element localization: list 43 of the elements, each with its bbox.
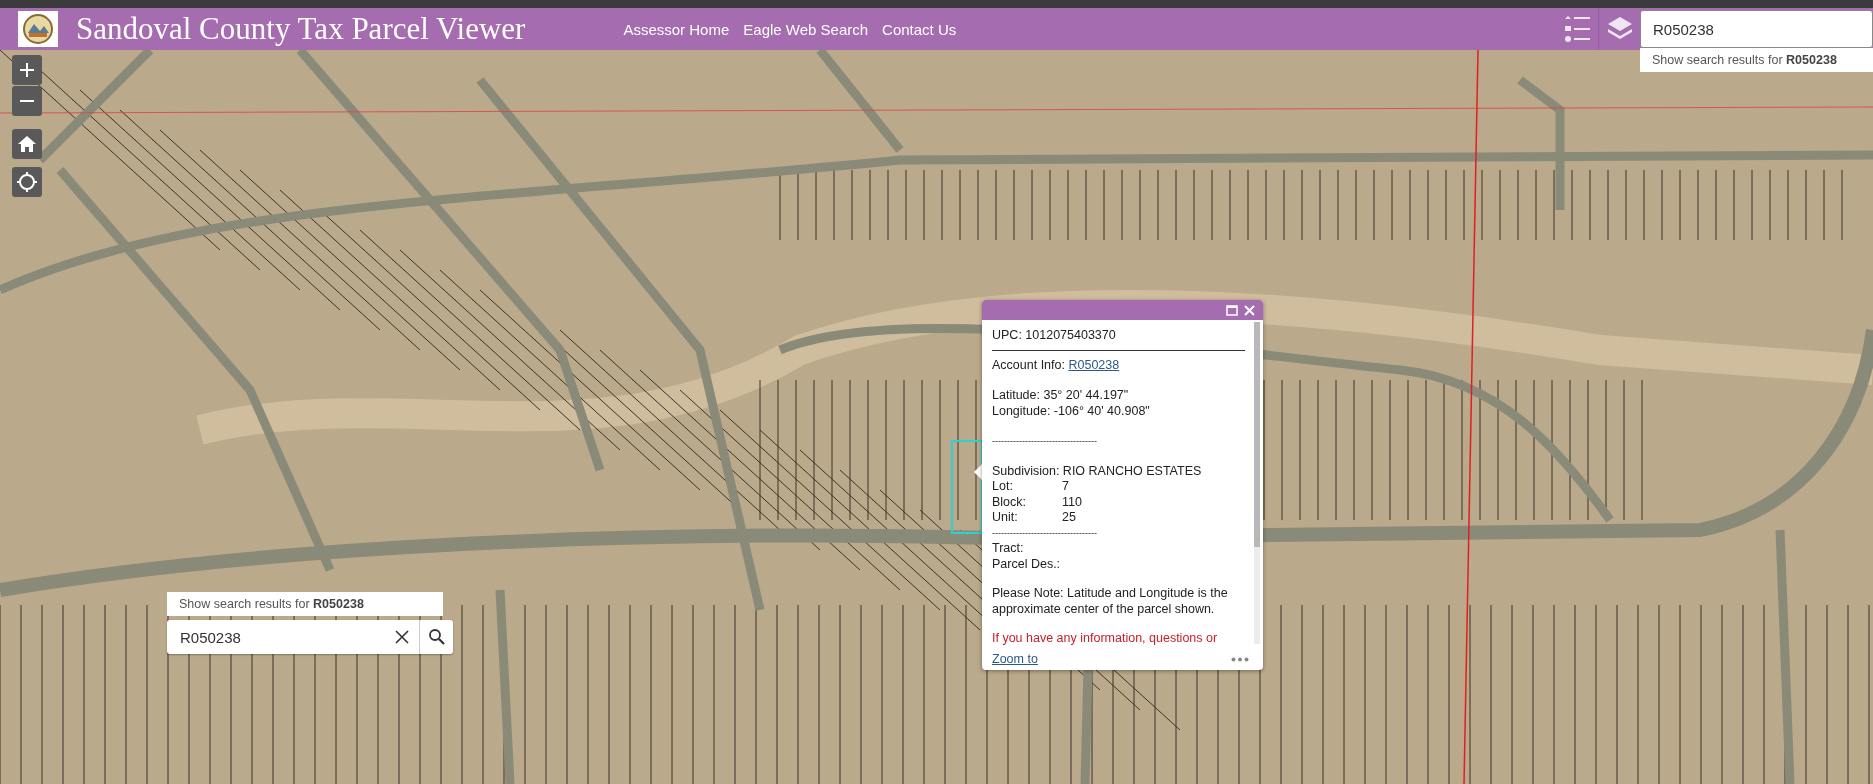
home-button[interactable] bbox=[12, 129, 42, 159]
longitude-text: Longitude: -106° 40' 40.908" bbox=[992, 403, 1151, 419]
nav-link[interactable]: Assessor Home bbox=[623, 20, 730, 38]
field-label: Unit: bbox=[992, 510, 1019, 526]
maximize-icon[interactable] bbox=[1226, 304, 1238, 316]
zoom-to-link[interactable]: Zoom to bbox=[992, 652, 1038, 666]
nav-link[interactable]: Contact Us bbox=[882, 20, 957, 38]
more-options-icon[interactable] bbox=[1231, 656, 1249, 662]
search-suggestion[interactable]: Show search results for R050238 bbox=[1640, 48, 1873, 72]
locate-button[interactable] bbox=[12, 167, 42, 197]
search-field[interactable]: R050238 bbox=[167, 620, 453, 654]
field-value: 110 bbox=[1062, 494, 1082, 510]
upc-text: UPC: 1012075403370 bbox=[992, 328, 1117, 344]
note-text: Please Note: Latitude and Longitude is the approximate center of the parcel shown. bbox=[992, 586, 1229, 617]
subdivision-text: Subdivision: RIO RANCHO ESTATES bbox=[992, 463, 1203, 479]
field-label: Lot: bbox=[992, 479, 1014, 495]
zoom-in-button[interactable] bbox=[12, 55, 42, 85]
home-icon bbox=[17, 134, 37, 154]
separator-text: ----------------------------------- bbox=[992, 435, 1098, 448]
search-suggestion[interactable]: Show search results for R050238 bbox=[167, 592, 443, 616]
plus-icon bbox=[18, 61, 36, 79]
latitude-text: Latitude: 35° 20' 44.197" bbox=[992, 388, 1130, 404]
zoom-out-button[interactable] bbox=[12, 86, 42, 116]
field-value: 7 bbox=[1062, 479, 1069, 495]
close-icon bbox=[395, 630, 409, 644]
crosshair-icon bbox=[17, 172, 37, 192]
minus-icon bbox=[20, 100, 34, 102]
tract-label: Tract: bbox=[992, 541, 1025, 557]
search-field[interactable]: R050238 bbox=[1640, 10, 1873, 48]
nav-link[interactable]: Eagle Web Search bbox=[743, 20, 869, 38]
legend-icon[interactable] bbox=[1562, 14, 1592, 44]
field-label: Block: bbox=[992, 494, 1028, 510]
field-value: 25 bbox=[1062, 510, 1076, 526]
warning-text: If you have any information, questions or bbox=[992, 631, 1219, 647]
parcel-des-label: Parcel Des.: bbox=[992, 556, 1062, 572]
close-icon[interactable] bbox=[1244, 304, 1255, 316]
app-title: Sandoval County Tax Parcel Viewer bbox=[76, 11, 526, 47]
account-label: Account Info: bbox=[992, 357, 1065, 373]
scrollbar-thumb[interactable] bbox=[1254, 322, 1260, 548]
search-icon bbox=[427, 628, 446, 646]
separator-text: ----------------------------------- bbox=[992, 526, 1098, 540]
account-link[interactable]: R050238 bbox=[1068, 357, 1120, 373]
county-seal-icon bbox=[18, 11, 58, 47]
